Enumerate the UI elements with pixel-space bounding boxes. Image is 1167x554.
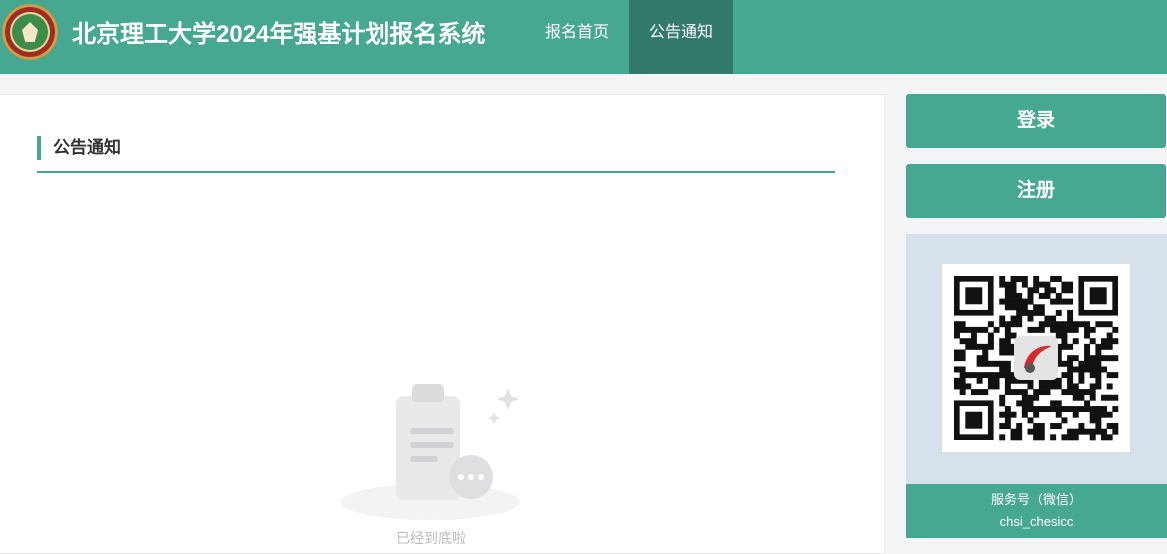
wechat-qr-code — [942, 264, 1130, 452]
login-button[interactable]: 登录 — [906, 94, 1166, 148]
qr-code-icon — [954, 276, 1119, 441]
clipboard-empty-icon — [340, 384, 520, 520]
top-header: 北京理工大学2024年强基计划报名系统 报名首页 公告通知 — [0, 0, 1167, 74]
nav-notices[interactable]: 公告通知 — [629, 0, 733, 74]
nav-home[interactable]: 报名首页 — [529, 0, 625, 74]
empty-state-illustration — [330, 378, 540, 538]
wechat-qr-panel: 服务号（微信） chsi_chesicc — [906, 234, 1167, 538]
site-title: 北京理工大学2024年强基计划报名系统 — [72, 21, 486, 48]
register-button[interactable]: 注册 — [906, 164, 1166, 218]
qr-caption-label: 服务号（微信） — [990, 492, 1082, 507]
qr-account-name: chsi_chesicc — [999, 514, 1074, 529]
section-title: 公告通知 — [37, 136, 121, 160]
empty-state-text: 已经到底啦 — [396, 530, 466, 546]
university-logo-icon[interactable] — [2, 4, 58, 60]
qr-caption: 服务号（微信） chsi_chesicc — [906, 484, 1167, 538]
section-divider — [37, 171, 835, 173]
